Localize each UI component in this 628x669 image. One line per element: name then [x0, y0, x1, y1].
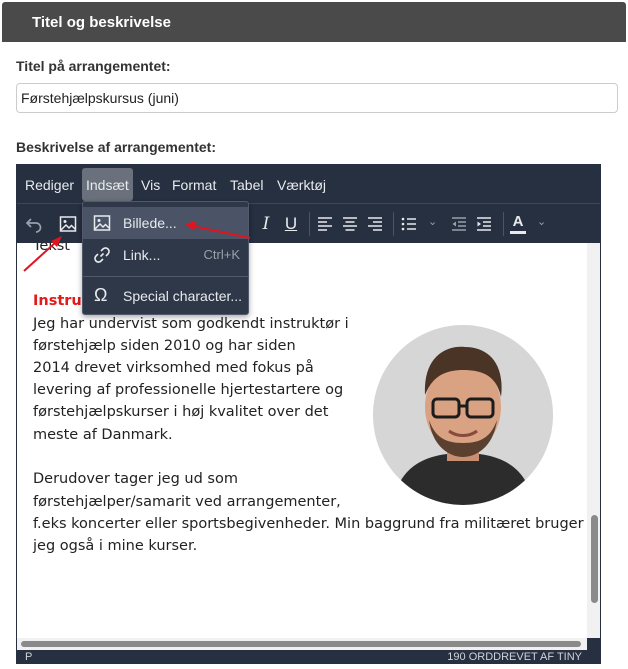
- italic-icon[interactable]: I: [252, 210, 280, 238]
- menu-divider: [83, 276, 248, 277]
- menu-rediger[interactable]: Rediger: [21, 168, 78, 201]
- menu-item-label: Billede...: [123, 215, 177, 231]
- menu-item-label: Special character...: [123, 288, 243, 304]
- image-icon: [93, 214, 111, 232]
- content-line: meste af Danmark.: [33, 427, 173, 443]
- content-line: f.eks koncerter eller sportsbegivenheder…: [33, 516, 584, 532]
- menu-item-label: Link...: [123, 247, 161, 263]
- horizontal-scrollbar[interactable]: [17, 638, 587, 650]
- content-line: 2014 drevet virksomhed med fokus på: [33, 360, 314, 376]
- word-count: 190 ORDDREVET AF TINY: [447, 651, 582, 663]
- chevron-down-icon[interactable]: ⌄: [428, 215, 437, 228]
- text-color-icon[interactable]: A: [504, 210, 532, 238]
- editor-statusbar: P 190 ORDDREVET AF TINY: [17, 650, 600, 663]
- toolbar-divider: [309, 212, 310, 236]
- description-label: Beskrivelse af arrangementet:: [16, 139, 216, 155]
- scrollbar-thumb[interactable]: [21, 641, 581, 647]
- title-input[interactable]: [16, 83, 618, 113]
- instructor-photo[interactable]: [373, 325, 553, 505]
- menu-item-shortcut: Ctrl+K: [203, 247, 240, 262]
- menu-indsaet[interactable]: Indsæt: [82, 168, 133, 201]
- link-icon: [93, 246, 111, 264]
- content-line: Jeg har undervist som godkendt instruktø…: [33, 316, 349, 332]
- content-line: førstehjælpskurser i høj kvalitet over d…: [33, 404, 329, 420]
- content-line: førstehjælper/samarit ved arrangementer,: [33, 494, 341, 510]
- menu-format[interactable]: Format: [168, 168, 220, 201]
- bullet-list-icon[interactable]: [395, 210, 423, 238]
- tiny-brand-link[interactable]: DREVET AF TINY: [493, 651, 582, 663]
- content-line: Tekst: [33, 243, 70, 254]
- menu-tabel[interactable]: Tabel: [226, 168, 267, 201]
- omega-icon: Ω: [94, 285, 108, 305]
- menu-item-image[interactable]: Billede...: [83, 207, 248, 239]
- align-left-icon[interactable]: [311, 210, 339, 238]
- element-path[interactable]: P: [25, 651, 32, 663]
- menu-vaerktoej[interactable]: Værktøj: [273, 168, 330, 201]
- insert-image-button[interactable]: [54, 210, 82, 238]
- vertical-scrollbar[interactable]: [587, 243, 600, 638]
- outdent-icon[interactable]: [445, 210, 473, 238]
- content-line: førstehjælp siden 2010 og har siden: [33, 338, 296, 354]
- align-center-icon[interactable]: [336, 210, 364, 238]
- insert-menu-dropdown: Billede... Link... Ctrl+K Ω Special char…: [82, 201, 249, 315]
- word-count-label: 190 ORD: [447, 651, 494, 663]
- content-line: jeg også i mine kurser.: [33, 538, 198, 554]
- content-line: Derudover tager jeg ud som: [33, 471, 238, 487]
- editor-menubar: Rediger Indsæt Vis Format Tabel Værktøj: [17, 165, 600, 203]
- underline-icon[interactable]: U: [277, 210, 305, 238]
- menu-vis[interactable]: Vis: [137, 168, 164, 201]
- align-right-icon[interactable]: [361, 210, 389, 238]
- toolbar-divider: [393, 212, 394, 236]
- panel-title: Titel og beskrivelse: [2, 2, 626, 42]
- indent-icon[interactable]: [470, 210, 498, 238]
- menu-item-link[interactable]: Link... Ctrl+K: [83, 239, 248, 271]
- scrollbar-thumb[interactable]: [591, 515, 598, 603]
- menu-item-special-character[interactable]: Ω Special character...: [83, 280, 248, 312]
- chevron-down-icon[interactable]: ⌄: [537, 215, 546, 228]
- content-line: levering af professionelle hjertestarter…: [33, 382, 344, 398]
- title-label: Titel på arrangementet:: [16, 58, 171, 74]
- undo-icon[interactable]: [20, 210, 48, 238]
